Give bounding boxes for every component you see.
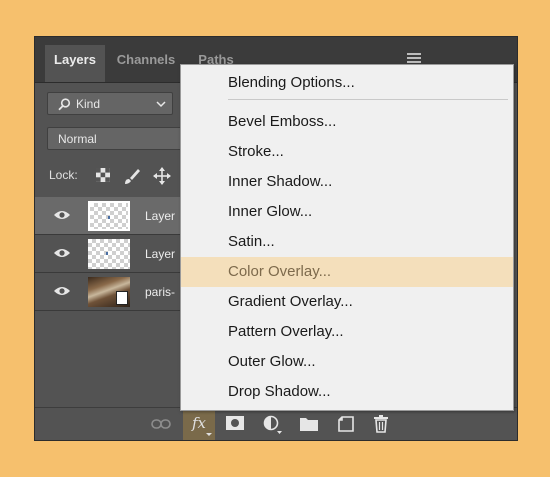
layer-row[interactable]: paris- [35, 273, 185, 311]
filter-kind-label: Kind [76, 97, 101, 111]
layer-thumbnail [88, 201, 130, 231]
chevron-down-icon [156, 101, 166, 108]
tab-layers[interactable]: Layers [45, 45, 105, 82]
layer-name: Layer [145, 247, 176, 261]
adjustment-layer-icon[interactable] [263, 415, 283, 435]
menu-item-inner-shadow[interactable]: Inner Shadow... [181, 167, 513, 197]
lock-label: Lock: [49, 168, 78, 182]
menu-item-color-overlay[interactable]: Color Overlay... [181, 257, 513, 287]
new-group-icon[interactable] [299, 416, 319, 432]
blend-mode-dropdown[interactable]: Normal [47, 127, 187, 150]
menu-item-blending-options[interactable]: Blending Options... [181, 68, 513, 98]
chevron-down-icon [206, 433, 212, 436]
fx-layer-style-menu: Blending Options... Bevel Emboss... Stro… [180, 64, 514, 411]
new-layer-icon[interactable] [337, 415, 355, 433]
lock-position-icon[interactable] [153, 167, 171, 185]
filter-kind-dropdown[interactable]: Kind [47, 92, 173, 115]
fx-button[interactable]: fx [183, 408, 215, 440]
fx-label: fx [191, 414, 206, 432]
layer-name: Layer [145, 209, 176, 223]
lock-row: Lock: [35, 161, 185, 191]
menu-item-outer-glow[interactable]: Outer Glow... [181, 347, 513, 377]
smart-object-badge-icon [116, 291, 128, 305]
eye-icon[interactable] [53, 247, 71, 259]
menu-item-bevel-emboss[interactable]: Bevel Emboss... [181, 107, 513, 137]
link-layers-icon[interactable] [151, 418, 171, 430]
menu-separator [228, 99, 508, 100]
trash-icon[interactable] [373, 415, 389, 433]
menu-item-inner-glow[interactable]: Inner Glow... [181, 197, 513, 227]
add-mask-icon[interactable] [225, 415, 245, 431]
panel-menu-icon[interactable] [407, 53, 421, 64]
blend-mode-value: Normal [58, 132, 97, 146]
layer-row[interactable]: Layer [35, 197, 185, 235]
tab-channels[interactable]: Channels [111, 45, 181, 82]
layers-list: Layer Layer paris- [35, 197, 185, 312]
layer-thumbnail [88, 239, 130, 269]
layer-name: paris- [145, 285, 176, 299]
eye-icon[interactable] [53, 209, 71, 221]
menu-item-satin[interactable]: Satin... [181, 227, 513, 257]
menu-item-stroke[interactable]: Stroke... [181, 137, 513, 167]
layer-thumbnail [88, 277, 130, 307]
lock-transparent-pixels-icon[interactable] [95, 167, 111, 183]
eye-icon[interactable] [53, 285, 71, 297]
menu-item-gradient-overlay[interactable]: Gradient Overlay... [181, 287, 513, 317]
search-icon [58, 98, 71, 111]
menu-item-drop-shadow[interactable]: Drop Shadow... [181, 377, 513, 407]
lock-image-pixels-icon[interactable] [123, 167, 141, 185]
layer-row[interactable]: Layer [35, 235, 185, 273]
layers-footer-toolbar: fx [35, 407, 517, 440]
menu-item-pattern-overlay[interactable]: Pattern Overlay... [181, 317, 513, 347]
